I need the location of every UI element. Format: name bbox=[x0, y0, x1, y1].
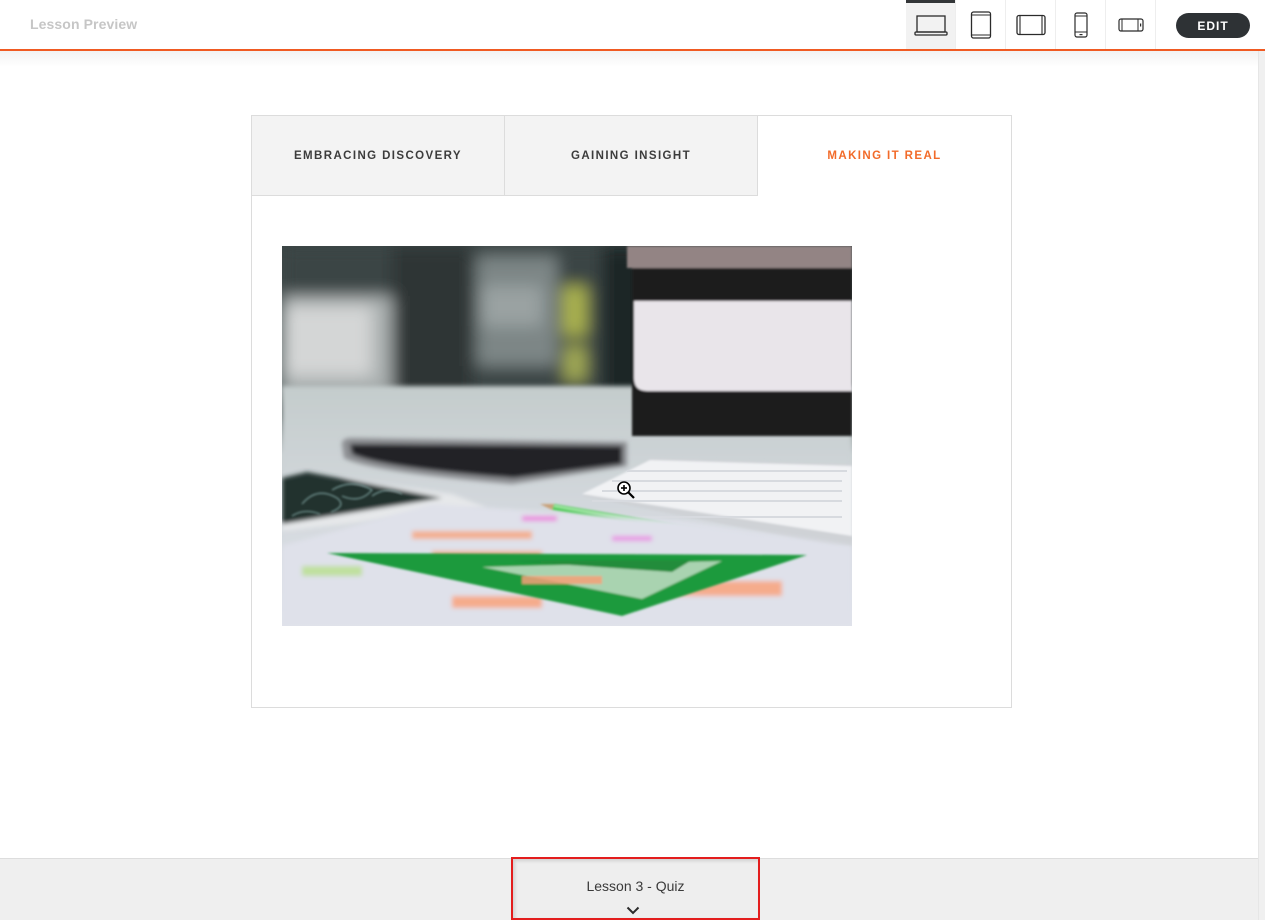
tablet-landscape-view-button[interactable] bbox=[1006, 0, 1056, 49]
phone-portrait-icon bbox=[1073, 11, 1088, 38]
tab-gaining-insight[interactable]: GAINING INSIGHT bbox=[505, 116, 758, 196]
tab-list: EMBRACING DISCOVERY GAINING INSIGHT MAKI… bbox=[252, 116, 1011, 196]
laptop-icon bbox=[913, 13, 948, 37]
tablet-landscape-icon bbox=[1015, 14, 1046, 36]
desktop-view-button[interactable] bbox=[906, 0, 956, 49]
tabs-interaction: EMBRACING DISCOVERY GAINING INSIGHT MAKI… bbox=[251, 115, 1012, 708]
edit-button[interactable]: EDIT bbox=[1176, 13, 1250, 38]
next-lesson-label: Lesson 3 - Quiz bbox=[586, 878, 685, 894]
page-scrollbar[interactable] bbox=[1258, 51, 1265, 920]
tab-embracing-discovery[interactable]: EMBRACING DISCOVERY bbox=[252, 116, 505, 196]
device-preview-toolbar bbox=[906, 0, 1156, 49]
tab-making-it-real[interactable]: MAKING IT REAL bbox=[758, 116, 1011, 196]
lesson-image[interactable] bbox=[282, 246, 852, 626]
chevron-down-icon bbox=[626, 902, 640, 920]
tablet-portrait-view-button[interactable] bbox=[956, 0, 1006, 49]
phone-landscape-view-button[interactable] bbox=[1106, 0, 1156, 49]
header-shadow bbox=[0, 51, 1258, 67]
phone-portrait-view-button[interactable] bbox=[1056, 0, 1106, 49]
page-title: Lesson Preview bbox=[30, 16, 138, 32]
phone-landscape-icon bbox=[1117, 17, 1144, 32]
tablet-portrait-icon bbox=[970, 10, 992, 39]
next-lesson-button[interactable]: Lesson 3 - Quiz bbox=[511, 857, 760, 920]
header: Lesson Preview EDIT bbox=[0, 0, 1265, 51]
